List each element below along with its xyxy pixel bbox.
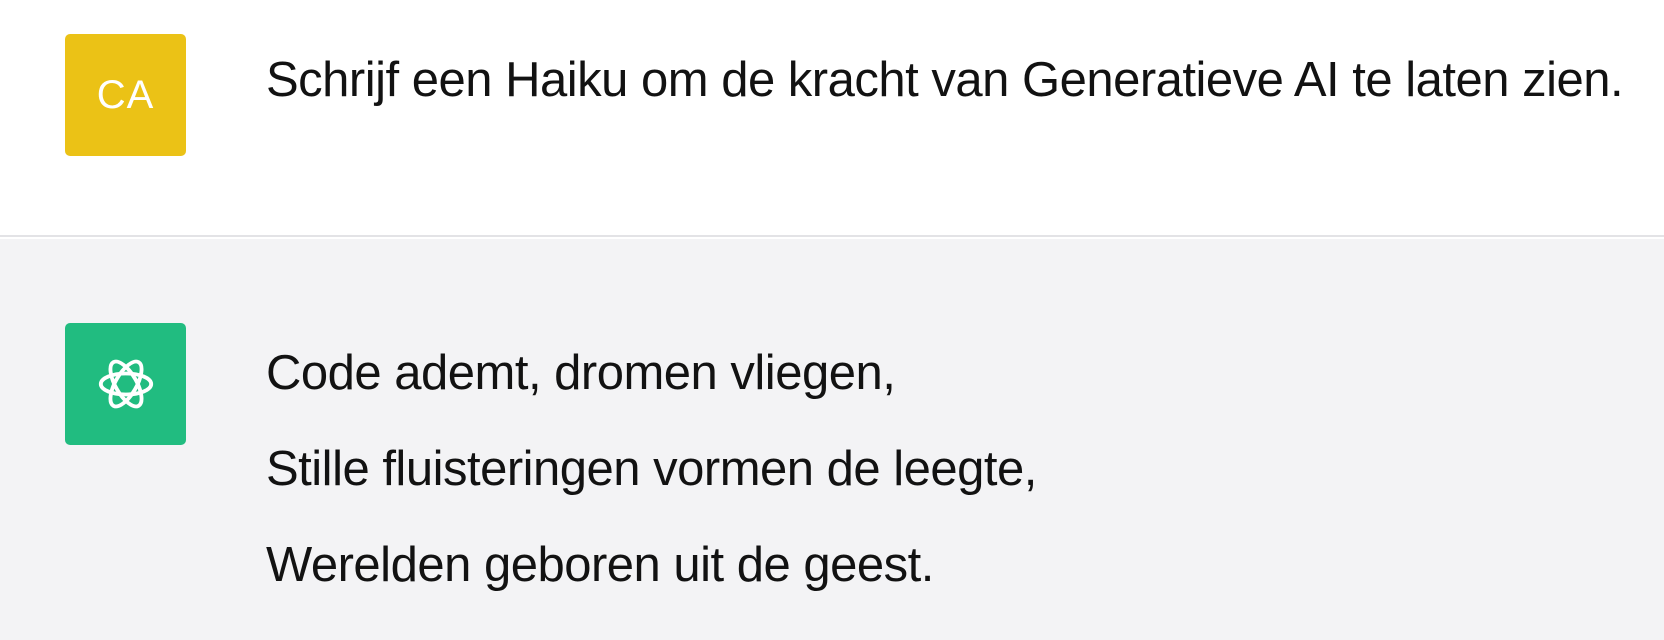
user-message: CA Schrijf een Haiku om de kracht van Ge… (0, 0, 1664, 237)
user-avatar-initials: CA (96, 72, 155, 117)
user-message-text: Schrijf een Haiku om de kracht van Gener… (266, 53, 1624, 107)
reply-line: Code ademt, dromen vliegen, (266, 346, 896, 400)
user-avatar: CA (65, 34, 186, 156)
reply-line: Werelden geboren uit de geest. (266, 538, 934, 592)
assistant-message: Code ademt, dromen vliegen, Stille fluis… (0, 239, 1664, 640)
chat-thread: CA Schrijf een Haiku om de kracht van Ge… (0, 0, 1664, 640)
assistant-avatar (65, 323, 186, 445)
openai-logo-icon (98, 359, 153, 409)
reply-line: Stille fluisteringen vormen de leegte, (266, 442, 1037, 496)
assistant-message-text: Code ademt, dromen vliegen, Stille fluis… (266, 345, 1037, 633)
